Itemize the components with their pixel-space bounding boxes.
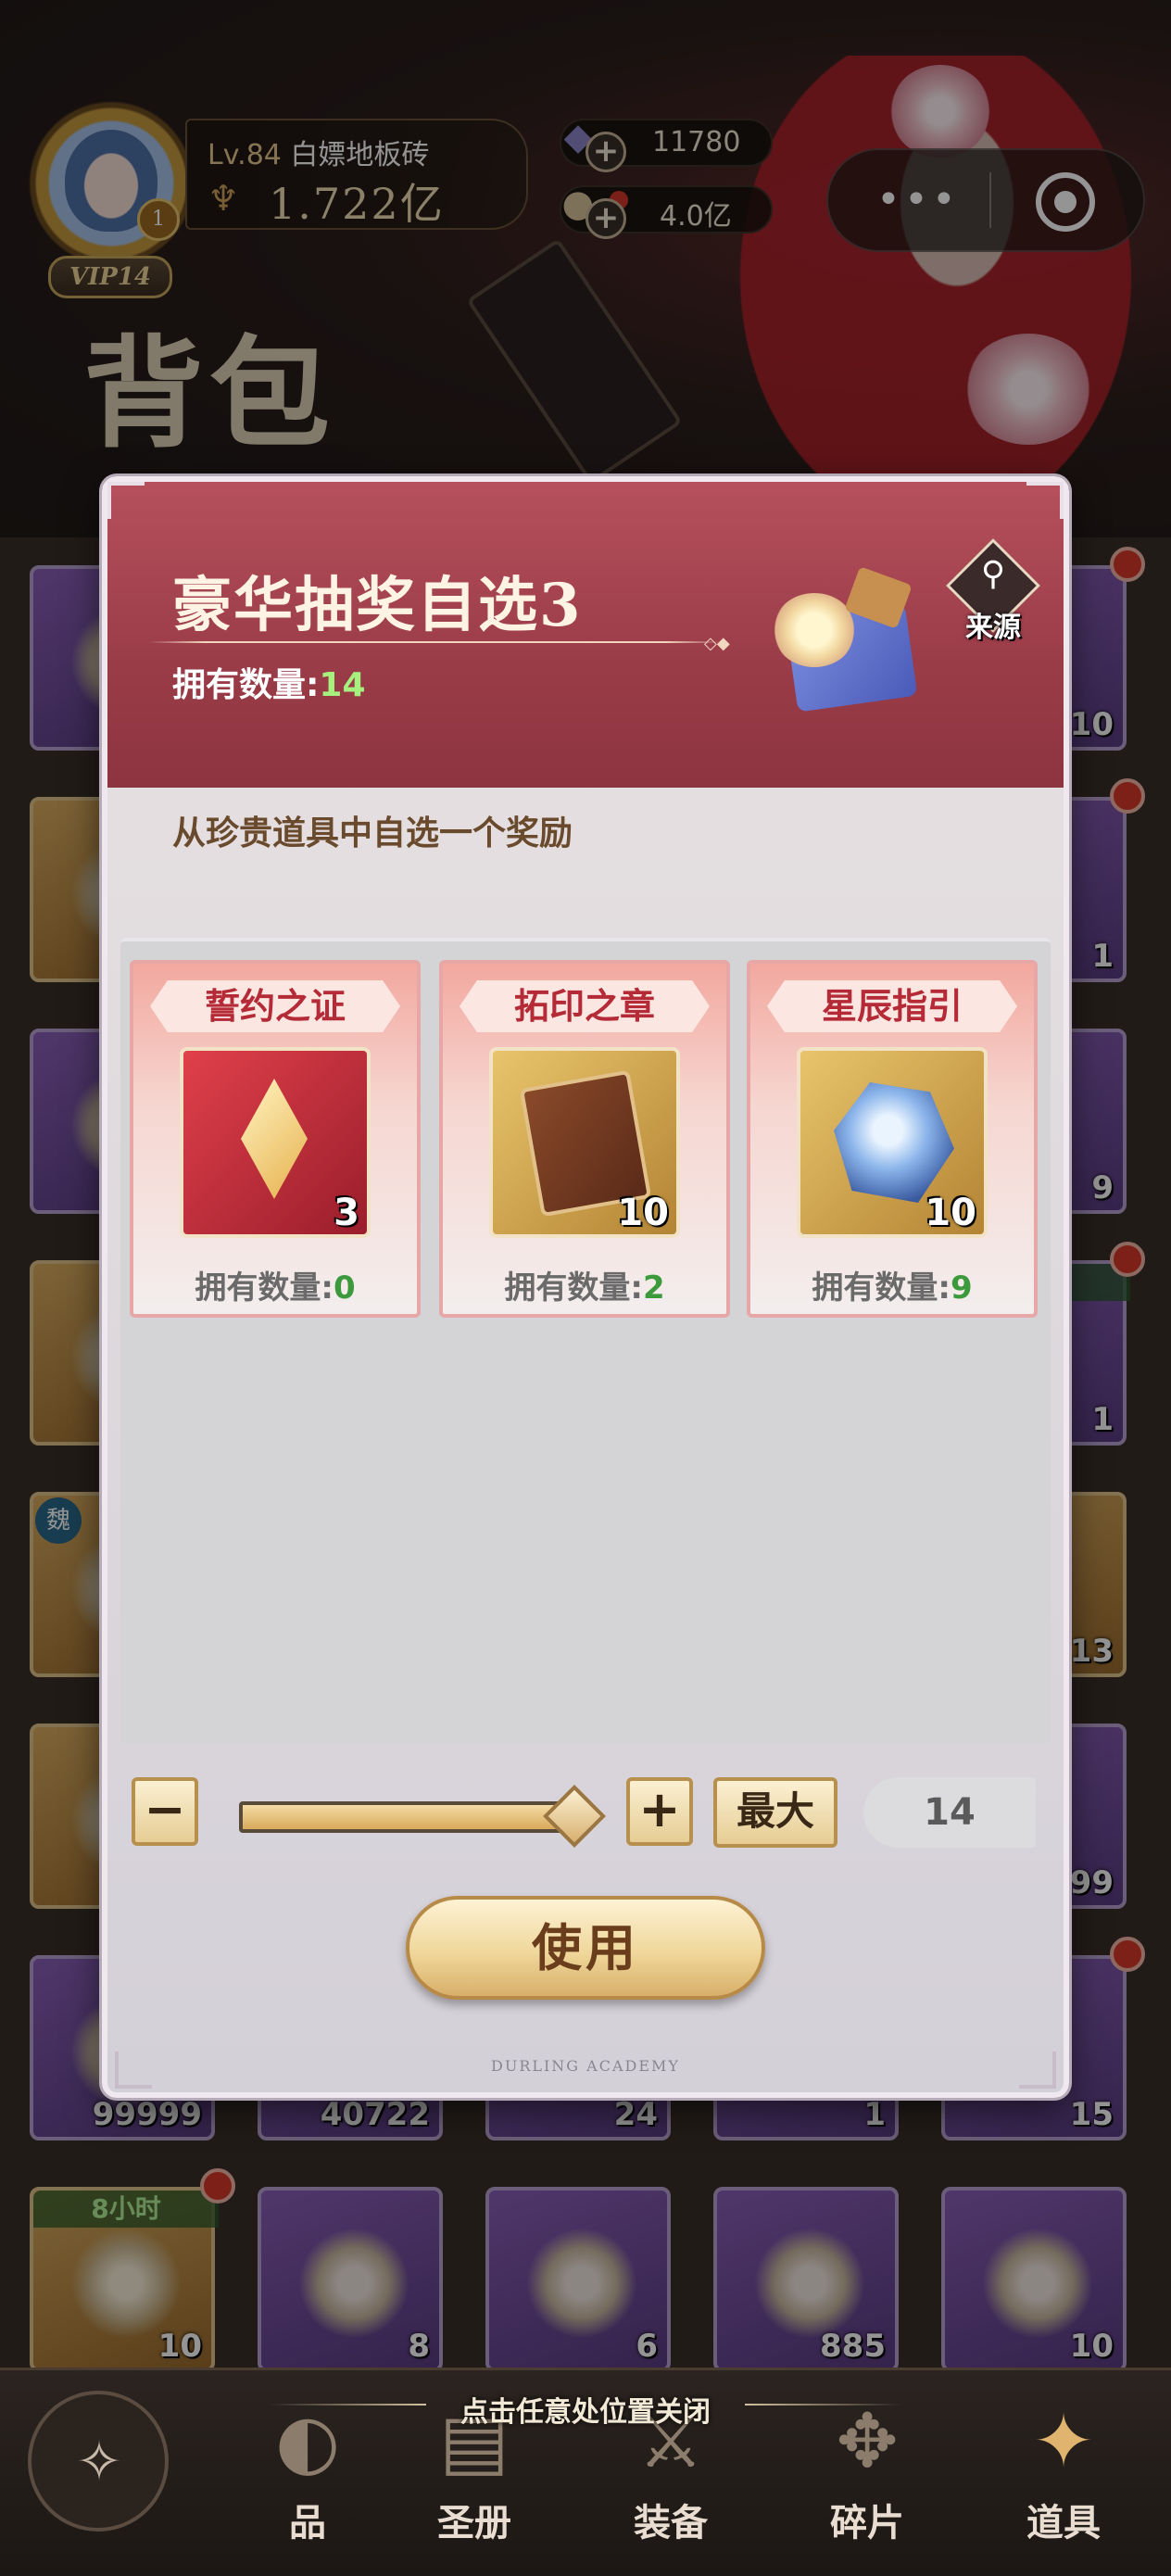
option-title: 星辰指引 [821,986,963,1027]
option-quantity: 10 [925,1192,976,1234]
slider-fill [243,1805,578,1829]
modal-description: 从珍贵道具中自选一个奖励 [172,814,573,852]
option-owned: 拥有数量:0 [130,1262,421,1307]
use-button[interactable]: 使用 [406,1896,765,2000]
owned-value: 9 [950,1269,973,1307]
owned-count: 拥有数量:14 [172,658,366,706]
corner-ornament [1026,482,1064,519]
star-crystal-icon: 10 [797,1047,988,1238]
book-icon: 10 [489,1047,680,1238]
star-crystal-art [834,1082,954,1203]
reward-option-card[interactable]: 星辰指引 10 拥有数量:9 [747,960,1038,1318]
title-divider [148,641,723,643]
divider-gem-icon: ◇◆ [704,634,730,653]
owned-value: 2 [642,1269,665,1307]
corner-ornament [107,482,145,519]
reward-option-card[interactable]: 拓印之章 10 拥有数量:2 [439,960,730,1318]
close-hint: 点击任意处位置关闭 [460,2396,711,2429]
modal-title: 豪华抽奖自选3 [172,571,583,640]
red-crystal-card-icon: 3 [180,1047,371,1238]
owned-value: 0 [333,1269,356,1307]
option-title: 誓约之证 [204,986,346,1027]
increase-button[interactable]: + [626,1777,693,1846]
compass-icon: ✧ [75,2430,123,2494]
source-label[interactable]: 来源 [945,604,1041,645]
owned-label: 拥有数量: [812,1269,951,1307]
nav-label: 品 [289,2502,326,2544]
nav-label: 圣册 [437,2502,511,2544]
owned-label: 拥有数量: [504,1269,643,1307]
gift-box-icon [773,566,921,713]
option-quantity: 3 [334,1192,359,1234]
magnifier-icon: ⚲ [980,555,1006,593]
option-quantity: 10 [617,1192,669,1234]
modal-footer-logo: DURLING ACADEMY [491,2057,680,2075]
decrease-button[interactable]: − [132,1777,198,1846]
owned-label: 拥有数量: [172,666,320,704]
option-owned: 拥有数量:9 [747,1262,1038,1307]
nav-label: 碎片 [830,2502,904,2544]
quantity-display: 14 [863,1777,1036,1848]
nav-label: 道具 [1026,2502,1101,2544]
crystal-art [241,1079,308,1199]
nav-label: 装备 [634,2502,708,2544]
option-owned: 拥有数量:2 [439,1262,730,1307]
option-title: 拓印之章 [513,986,655,1027]
reward-option-card[interactable]: 誓约之证 3 拥有数量:0 [130,960,421,1318]
max-button[interactable]: 最大 [713,1777,837,1848]
owned-label: 拥有数量: [195,1269,334,1307]
gift-bow [773,593,856,667]
owned-value: 14 [319,666,366,704]
